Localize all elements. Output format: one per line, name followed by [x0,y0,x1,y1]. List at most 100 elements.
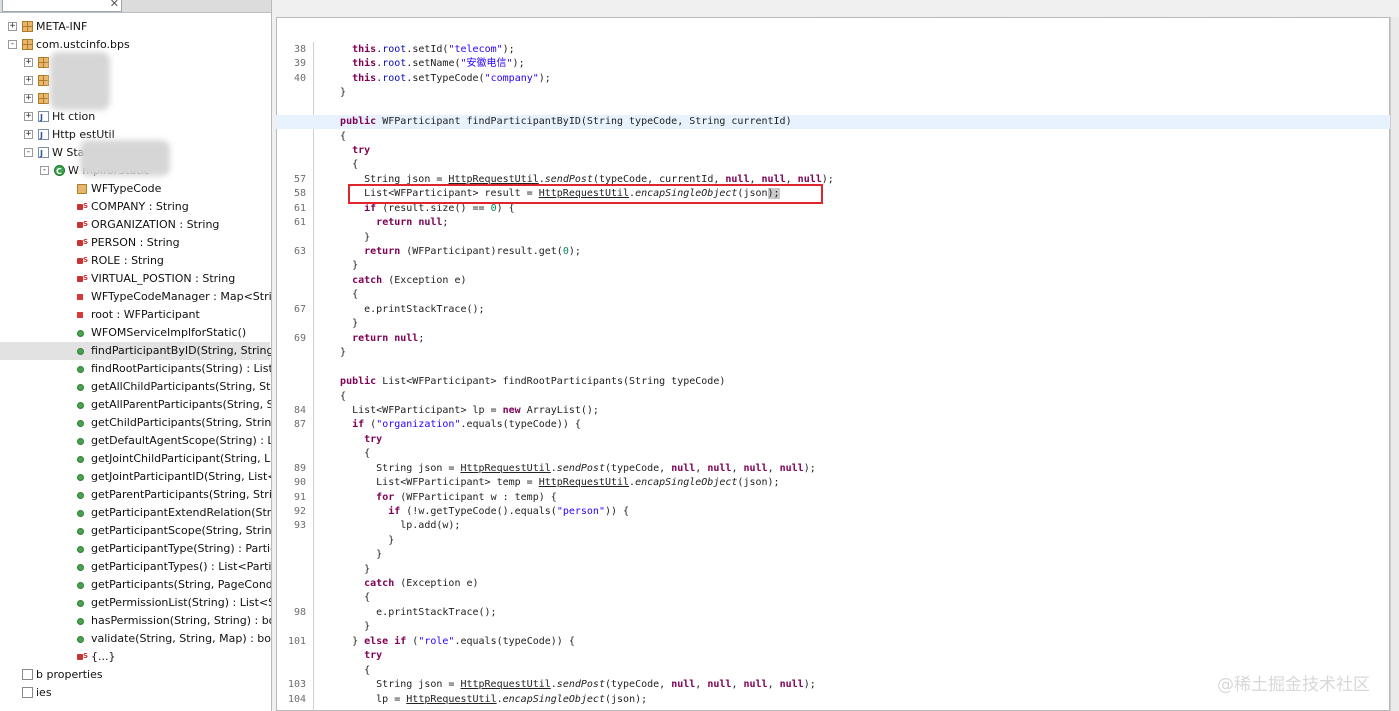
tree-item-label: Ht ction [52,110,96,123]
public-method-icon [77,456,84,463]
tree-item-label: getAllParentParticipants(String, Str [91,398,272,411]
watermark: @稀土掘金技术社区 [1217,675,1370,695]
tree-item-label: getParticipantExtendRelation(Strin [91,506,272,519]
public-method-icon [77,492,84,499]
public-method-icon [77,420,84,427]
redaction-blur [80,140,170,176]
code-text: this.root.setName("安徽电信"); [352,58,525,69]
public-method-icon [77,582,84,589]
vertical-scrollbar[interactable] [1390,17,1399,711]
tree-item-label: getJointParticipantID(String, List<S [91,470,272,483]
package-explorer-tab[interactable]: ✕ [2,0,122,12]
expand-icon[interactable]: + [24,94,33,103]
close-icon[interactable]: ✕ [110,0,119,10]
package-icon [22,39,33,50]
public-method-icon [77,564,84,571]
collapse-icon[interactable]: - [40,166,49,175]
code-text: } else if ("role".equals(typeCode)) { [328,636,575,647]
code-text: } [328,347,347,358]
tree-item-label: hasPermission(String, String) : boo [91,614,272,627]
expand-icon[interactable]: + [24,76,33,85]
tree-item-label: ROLE : String [91,254,164,267]
code-text: List<WFParticipant> temp = HttpRequestUt… [328,477,780,488]
code-text: } [328,232,371,243]
code-text: } [328,87,347,98]
code-text: { [328,131,347,142]
code-text: if (result.size() == 0) { [364,203,515,214]
public-method-icon [77,366,84,373]
code-text: e.printStackTrace(); [328,304,485,315]
code-text: { [328,159,359,170]
code-text: if ("organization".equals(typeCode)) { [352,419,581,430]
tree-item[interactable]: findParticipantByID(String, String) [0,342,271,360]
line-number: 40 [293,73,306,84]
code-text: this.root.setTypeCode("company"); [352,73,551,84]
code-line: public WFParticipant findParticipantByID… [276,115,1390,129]
code-text: } [328,621,371,632]
expand-icon[interactable]: + [24,58,33,67]
code-text: } [328,318,359,329]
tree-item-label: getAllChildParticipants(String, Strin [91,380,272,393]
line-number: 63 [293,246,306,257]
tree-item-label: ORGANIZATION : String [91,218,220,231]
tree-item-label: WFTypeCode [91,182,162,195]
tree-item-label: PERSON : String [91,236,180,249]
line-number: 38 [293,44,306,55]
public-method-icon [77,474,84,481]
highlight-annotation-box [348,184,823,204]
properties-file-icon [22,687,33,698]
tree-item-label: getParentParticipants(String, String [91,488,272,501]
code-text: } [328,535,395,546]
tree-item-label: getParticipantScope(String, String) [91,524,272,537]
expand-icon[interactable]: + [8,22,17,31]
static-field-icon [77,251,88,269]
tree-item-label: getParticipants(String, PageCond) [91,578,272,591]
static-field-icon [77,197,88,215]
tree-item-label: VIRTUAL_POSTION : String [91,272,236,285]
tree-item-label: getJointChildParticipant(String, Lis [91,452,272,465]
package-icon [38,93,49,104]
private-field-icon [77,312,83,318]
public-method-icon [77,618,84,625]
tree-item-label: ies [36,686,52,699]
tree-item-label: getParticipantTypes() : List<Partici [91,560,272,573]
collapse-icon[interactable]: - [8,40,17,49]
code-text: return null; [376,217,449,228]
code-text: { [328,592,371,603]
line-number: 61 [293,203,306,214]
java-file-icon [38,127,49,145]
public-method-icon [77,600,84,607]
java-file-icon [38,109,49,127]
code-text: { [328,665,371,676]
line-number: 92 [293,506,306,517]
code-text: { [328,289,359,300]
code-text: catch (Exception e) [352,275,467,286]
static-field-icon [77,269,88,287]
tree-item-label: validate(String, String, Map) : boo [91,632,272,645]
code-text: catch (Exception e) [364,578,479,589]
package-icon [38,75,49,86]
public-method-icon [77,384,84,391]
tree-item-label: getPermissionList(String) : List<Str [91,596,272,609]
code-text: this.root.setId("telecom"); [352,44,515,55]
package-icon [22,21,33,32]
tree-item-label: META-INF [36,20,88,33]
code-text: return (WFParticipant)result.get(0); [364,246,581,257]
public-method-icon [77,438,84,445]
code-text: lp.add(w); [328,520,461,531]
code-text: List<WFParticipant> lp = new ArrayList()… [328,405,599,416]
expand-icon[interactable]: + [24,130,33,139]
code-text: String json = HttpRequestUtil.sendPost(t… [328,463,816,474]
java-file-icon [38,145,49,163]
expand-icon[interactable]: + [24,112,33,121]
package-icon [38,57,49,68]
line-number: 104 [287,694,306,705]
line-number: 98 [293,607,306,618]
package-explorer: ✕ +META-INF-com.ustcinfo.bps++++Ht ction… [0,0,272,711]
code-text: lp = HttpRequestUtil.encapSingleObject(j… [328,694,648,705]
collapse-icon[interactable]: - [24,148,33,157]
public-method-icon [77,402,84,409]
code-text: return null; [352,333,425,344]
redaction-blur [50,52,110,110]
static-field-icon [77,215,88,233]
